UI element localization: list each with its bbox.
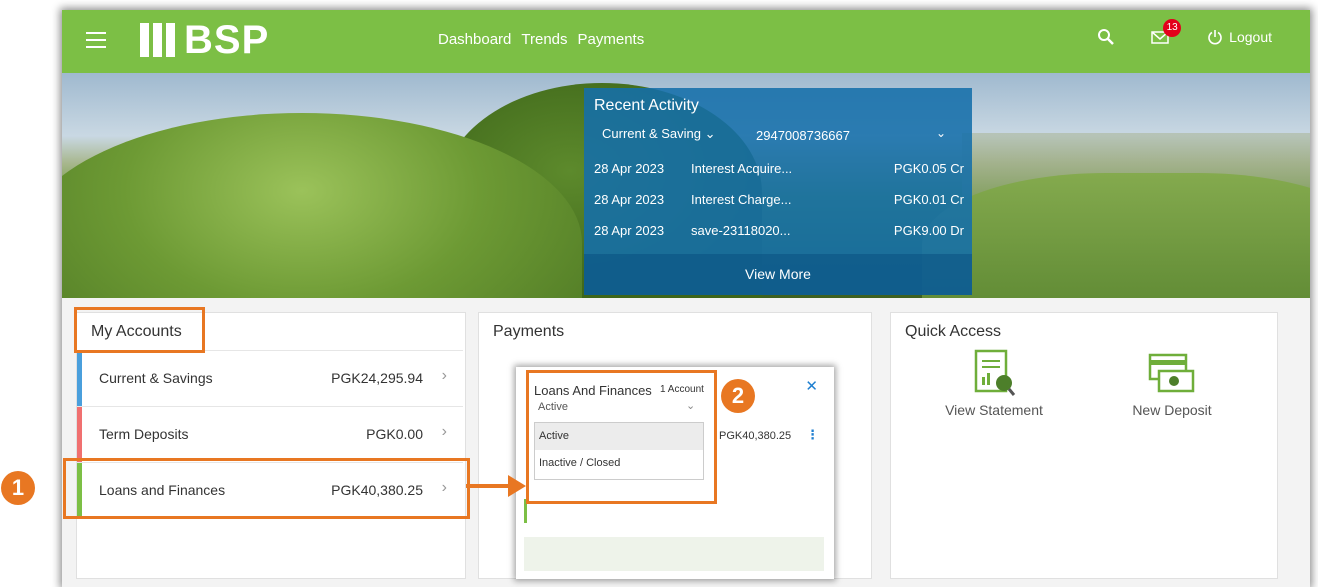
activity-row[interactable]: 28 Apr 2023 Interest Charge... PGK0.01 C… <box>594 192 964 216</box>
statement-icon <box>974 349 1016 396</box>
hamburger-menu-icon[interactable] <box>86 32 106 48</box>
highlight-loans-finances <box>63 458 470 519</box>
top-bar: BSP Dashboard Trends Payments 13 Logout <box>62 10 1310 73</box>
nav-dashboard[interactable]: Dashboard <box>438 31 511 48</box>
highlight-status-dropdown <box>526 370 717 504</box>
activity-amount: PGK0.01 Cr <box>893 192 964 207</box>
nav-trends[interactable]: Trends <box>521 31 567 48</box>
power-icon <box>1208 30 1222 45</box>
account-row-term-deposits[interactable]: Term Deposits PGK0.00 › <box>77 406 463 462</box>
nav-payments[interactable]: Payments <box>578 31 645 48</box>
account-type-select[interactable]: Current & Saving ⌄ <box>602 126 716 142</box>
activity-desc: Interest Acquire... <box>691 161 793 176</box>
account-label: Term Deposits <box>99 426 189 442</box>
logout-button[interactable]: Logout <box>1207 29 1272 45</box>
deposit-icon <box>1148 353 1195 393</box>
close-icon[interactable]: ✕ <box>805 377 818 395</box>
activity-date: 28 Apr 2023 <box>594 161 665 176</box>
step-2-marker: 2 <box>721 379 755 413</box>
payments-title: Payments <box>493 323 565 340</box>
activity-desc: Interest Charge... <box>691 192 792 207</box>
account-row-current-savings[interactable]: Current & Savings PGK24,295.94 › <box>77 350 463 406</box>
popup-amount: PGK40,380.25 <box>719 430 792 442</box>
more-options-icon[interactable]: ⋮ <box>806 427 819 443</box>
highlight-my-accounts <box>74 307 205 353</box>
chevron-right-icon: › <box>441 367 447 384</box>
top-bar-actions: 13 Logout <box>1097 19 1272 46</box>
account-number-select[interactable]: 2947008736667 <box>756 128 850 143</box>
recent-activity-title: Recent Activity <box>594 97 699 114</box>
quick-access-title: Quick Access <box>905 323 1002 340</box>
account-amount: PGK24,295.94 <box>331 370 423 386</box>
step-1-marker: 1 <box>1 471 35 505</box>
activity-row[interactable]: 28 Apr 2023 save-23118020... PGK9.00 Dr <box>594 223 964 247</box>
quick-access-card: Quick Access View Statement New Deposit <box>890 312 1278 579</box>
account-type-value: Current & Saving <box>602 126 701 141</box>
arrow-right-icon <box>466 475 526 497</box>
view-statement-label: View Statement <box>945 402 1043 418</box>
popup-footer <box>524 537 824 571</box>
activity-amount: PGK0.05 Cr <box>893 161 964 176</box>
mail-button[interactable]: 13 <box>1151 19 1182 45</box>
view-more-button[interactable]: View More <box>584 254 972 295</box>
search-icon[interactable] <box>1097 28 1115 46</box>
logo-text: BSP <box>184 18 270 62</box>
chevron-right-icon: › <box>441 423 447 440</box>
activity-row[interactable]: 28 Apr 2023 Interest Acquire... PGK0.05 … <box>594 161 964 185</box>
activity-date: 28 Apr 2023 <box>594 223 665 238</box>
recent-activity-panel: Recent Activity Current & Saving ⌄ 29470… <box>584 88 972 295</box>
bsp-logo-mark-icon <box>140 23 180 57</box>
activity-amount: PGK9.00 Dr <box>893 223 964 238</box>
new-deposit-label: New Deposit <box>1132 402 1212 418</box>
view-statement-button[interactable]: View Statement <box>939 349 1049 418</box>
logout-label: Logout <box>1229 29 1272 45</box>
notification-badge: 13 <box>1163 19 1182 37</box>
chevron-down-icon: ⌄ <box>704 126 716 141</box>
activity-date: 28 Apr 2023 <box>594 192 665 207</box>
account-label: Current & Savings <box>99 370 213 386</box>
activity-desc: save-23118020... <box>691 223 791 238</box>
account-amount: PGK0.00 <box>366 426 423 442</box>
new-deposit-button[interactable]: New Deposit <box>1117 349 1227 418</box>
bsp-logo[interactable]: BSP <box>140 20 269 60</box>
main-nav: Dashboard Trends Payments <box>438 31 644 48</box>
chevron-down-icon[interactable]: ⌄ <box>936 126 946 140</box>
